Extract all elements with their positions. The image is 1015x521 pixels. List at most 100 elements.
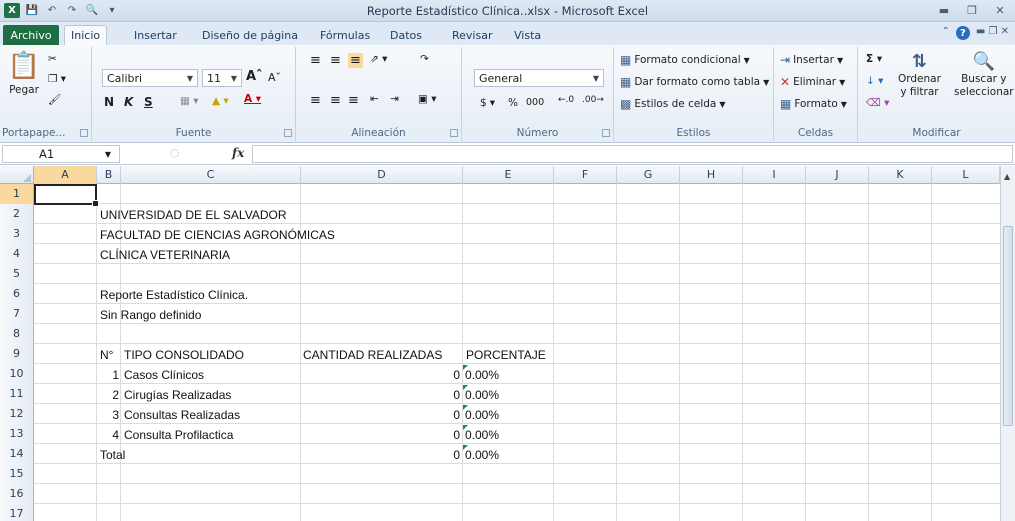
- row-header[interactable]: 16: [0, 484, 34, 504]
- tab-inicio[interactable]: Inicio: [64, 25, 108, 45]
- insert-function-icon[interactable]: fx: [232, 146, 244, 160]
- column-header-f[interactable]: F: [554, 166, 617, 184]
- align-right-icon[interactable]: ≡: [348, 93, 359, 108]
- align-middle-icon[interactable]: ≡: [330, 53, 341, 68]
- bold-button[interactable]: N: [104, 95, 114, 109]
- find-select-button[interactable]: 🔍 Buscar y seleccionar: [954, 51, 1014, 98]
- column-header-c[interactable]: C: [121, 166, 301, 184]
- column-header-a[interactable]: A: [34, 166, 97, 184]
- align-left-icon[interactable]: ≡: [310, 93, 321, 108]
- column-header-e[interactable]: E: [463, 166, 554, 184]
- row-header[interactable]: 11: [0, 384, 34, 404]
- delete-button[interactable]: ✕ Eliminar ▼: [780, 75, 845, 89]
- currency-button[interactable]: $ ▾: [480, 97, 495, 109]
- header-porcentaje[interactable]: PORCENTAJE: [466, 344, 546, 364]
- restore-workbook-icon[interactable]: ▬ ❐ ✕: [976, 26, 1009, 40]
- orientation-icon[interactable]: ⇗ ▾: [370, 53, 387, 65]
- maximize-icon[interactable]: ❐: [963, 2, 981, 18]
- format-as-table-button[interactable]: ▦ Dar formato como tabla ▼: [620, 75, 769, 89]
- column-header-j[interactable]: J: [806, 166, 869, 184]
- help-icon[interactable]: ?: [955, 26, 970, 40]
- column-header-k[interactable]: K: [869, 166, 932, 184]
- insert-button[interactable]: ⇥ Insertar ▼: [780, 53, 843, 67]
- vertical-scrollbar[interactable]: ▲: [1000, 166, 1015, 521]
- borders-icon[interactable]: ▦ ▾: [180, 95, 199, 107]
- cell-c6[interactable]: Reporte Estadístico Clínica.: [100, 284, 248, 304]
- row-header[interactable]: 4: [0, 244, 34, 264]
- column-header-g[interactable]: G: [617, 166, 680, 184]
- header-cantidad[interactable]: CANTIDAD REALIZADAS: [303, 344, 442, 364]
- item-tipo[interactable]: Casos Clínicos: [124, 364, 204, 384]
- item-n[interactable]: 2: [97, 384, 119, 404]
- column-header-b[interactable]: B: [97, 166, 121, 184]
- row-header[interactable]: 6: [0, 284, 34, 304]
- scroll-thumb[interactable]: [1003, 226, 1013, 426]
- autosum-icon[interactable]: Σ ▾: [866, 53, 882, 65]
- row-header[interactable]: 13: [0, 424, 34, 444]
- increase-indent-icon[interactable]: ⇥: [390, 93, 399, 105]
- item-cantidad[interactable]: 0: [301, 384, 460, 404]
- number-format-select[interactable]: General ▼: [474, 69, 604, 87]
- item-n[interactable]: 1: [97, 364, 119, 384]
- cell-c7[interactable]: Sin Rango definido: [100, 304, 201, 324]
- item-tipo[interactable]: Cirugías Realizadas: [124, 384, 231, 404]
- tab-formulas[interactable]: Fórmulas: [314, 25, 376, 45]
- worksheet-grid[interactable]: A B C D E F G H I J K L 1 2 UNIVERSIDAD …: [0, 166, 1015, 521]
- header-n[interactable]: N°: [100, 344, 113, 364]
- item-tipo[interactable]: Consultas Realizadas: [124, 404, 240, 424]
- cell-c4[interactable]: CLÍNICA VETERINARIA: [100, 244, 230, 264]
- fill-icon[interactable]: ↓ ▾: [866, 75, 883, 87]
- number-launcher-icon[interactable]: [602, 129, 610, 137]
- cell-styles-button[interactable]: ▩ Estilos de celda ▼: [620, 97, 726, 111]
- tab-vista[interactable]: Vista: [508, 25, 547, 45]
- clipboard-launcher-icon[interactable]: [80, 129, 88, 137]
- header-tipo[interactable]: TIPO CONSOLIDADO: [124, 344, 244, 364]
- font-launcher-icon[interactable]: [284, 129, 292, 137]
- item-n[interactable]: 4: [97, 424, 119, 444]
- copy-icon[interactable]: ❐ ▾: [48, 73, 66, 85]
- column-header-l[interactable]: L: [932, 166, 1000, 184]
- align-center-icon[interactable]: ≡: [330, 93, 341, 108]
- row-header[interactable]: 7: [0, 304, 34, 324]
- select-all-button[interactable]: [0, 166, 34, 184]
- scroll-up-icon[interactable]: ▲: [1004, 172, 1010, 181]
- font-size-select[interactable]: 11 ▼: [202, 69, 242, 87]
- merge-center-icon[interactable]: ▣ ▾: [418, 93, 437, 105]
- item-porcentaje[interactable]: 0.00%: [465, 364, 499, 384]
- cut-icon[interactable]: ✂: [48, 53, 57, 65]
- total-porcentaje[interactable]: 0.00%: [465, 444, 499, 464]
- alignment-launcher-icon[interactable]: [450, 129, 458, 137]
- minimize-icon[interactable]: ▬: [935, 2, 953, 18]
- clear-icon[interactable]: ⌫ ▾: [866, 97, 889, 109]
- tab-diseno-pagina[interactable]: Diseño de página: [196, 25, 304, 45]
- conditional-format-button[interactable]: ▦ Formato condicional ▼: [620, 53, 750, 67]
- grow-font-icon[interactable]: Aˆ: [246, 69, 263, 84]
- item-tipo[interactable]: Consulta Profilactica: [124, 424, 233, 444]
- row-header[interactable]: 14: [0, 444, 34, 464]
- thousands-button[interactable]: 000: [526, 97, 544, 108]
- column-header-i[interactable]: I: [743, 166, 806, 184]
- tab-datos[interactable]: Datos: [384, 25, 428, 45]
- format-button[interactable]: ▦ Formato ▼: [780, 97, 847, 111]
- item-porcentaje[interactable]: 0.00%: [465, 424, 499, 444]
- row-header[interactable]: 5: [0, 264, 34, 284]
- wrap-text-icon[interactable]: ↷: [420, 53, 429, 65]
- underline-button[interactable]: S: [144, 95, 153, 109]
- column-header-h[interactable]: H: [680, 166, 743, 184]
- tab-archivo[interactable]: Archivo: [3, 25, 59, 45]
- row-header[interactable]: 9: [0, 344, 34, 364]
- total-label[interactable]: Total: [100, 444, 125, 464]
- column-header-d[interactable]: D: [301, 166, 463, 184]
- active-cell-a1[interactable]: [34, 184, 99, 207]
- name-box[interactable]: A1 ▼: [2, 145, 120, 163]
- item-cantidad[interactable]: 0: [301, 404, 460, 424]
- row-header[interactable]: 1: [0, 184, 34, 204]
- fill-color-icon[interactable]: ▲ ▾: [212, 95, 229, 107]
- row-header[interactable]: 3: [0, 224, 34, 244]
- paste-button[interactable]: 📋 Pegar: [6, 51, 42, 96]
- item-cantidad[interactable]: 0: [301, 424, 460, 444]
- item-cantidad[interactable]: 0: [301, 364, 460, 384]
- decrease-decimal-icon[interactable]: .00→: [582, 95, 604, 105]
- row-header[interactable]: 15: [0, 464, 34, 484]
- shrink-font-icon[interactable]: Aˇ: [268, 71, 281, 84]
